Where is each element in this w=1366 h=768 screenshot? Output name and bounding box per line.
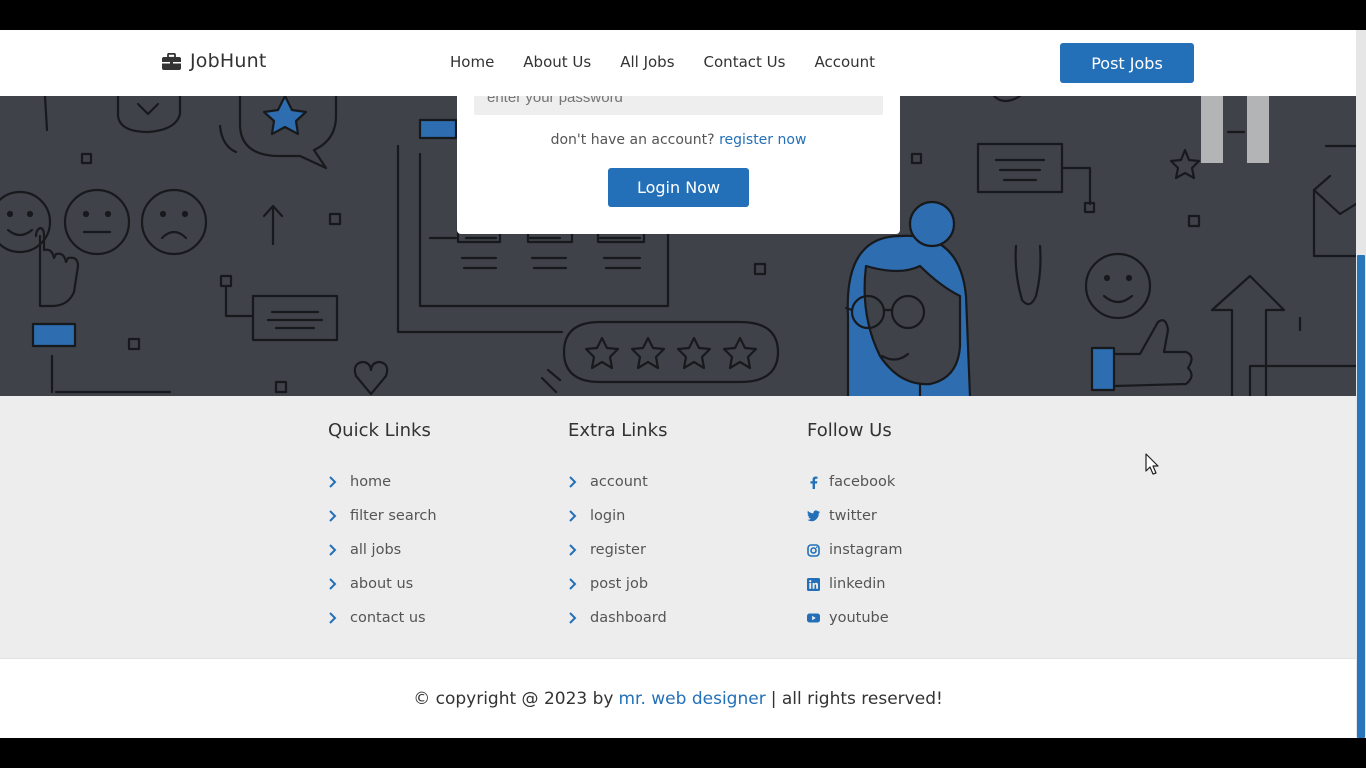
register-now-link[interactable]: register now	[719, 132, 806, 148]
quick-link-home[interactable]: home	[328, 465, 437, 499]
quick-links-column: Quick Links home filter search all jobs …	[328, 420, 437, 635]
post-jobs-button[interactable]: Post Jobs	[1060, 43, 1194, 83]
author-link[interactable]: mr. web designer	[618, 689, 765, 709]
link-label: home	[350, 474, 392, 490]
extra-link-register[interactable]: register	[568, 533, 667, 567]
quick-link-about-us[interactable]: about us	[328, 567, 437, 601]
copyright-bar: © copyright @ 2023 by mr. web designer |…	[0, 658, 1356, 738]
copyright-suffix: | all rights reserved!	[770, 688, 943, 709]
link-label: account	[590, 474, 648, 490]
nav-all-jobs[interactable]: All Jobs	[620, 53, 674, 71]
nav-contact-us[interactable]: Contact Us	[704, 53, 786, 71]
social-link-twitter[interactable]: twitter	[807, 499, 903, 533]
overlay-mark-right	[1247, 96, 1269, 163]
register-prompt: don't have an account? register now	[457, 132, 900, 148]
linkedin-icon	[807, 577, 820, 591]
login-now-button[interactable]: Login Now	[608, 168, 749, 207]
footer-links: Quick Links home filter search all jobs …	[0, 396, 1356, 658]
nav-account[interactable]: Account	[814, 53, 875, 71]
link-label: youtube	[829, 610, 889, 626]
page-scrollbar[interactable]	[1356, 30, 1366, 738]
nav-home[interactable]: Home	[450, 53, 494, 71]
follow-us-title: Follow Us	[807, 420, 892, 441]
register-prompt-text: don't have an account?	[550, 132, 715, 148]
instagram-icon	[807, 543, 820, 557]
page: JobHunt Home About Us All Jobs Contact U…	[0, 30, 1356, 738]
link-label: register	[590, 542, 646, 558]
chevron-right-icon	[329, 578, 337, 590]
link-label: login	[590, 508, 626, 524]
youtube-icon	[807, 612, 820, 625]
chevron-right-icon	[329, 510, 337, 522]
link-label: instagram	[829, 542, 903, 558]
link-label: facebook	[829, 474, 896, 490]
quick-link-contact-us[interactable]: contact us	[328, 601, 437, 635]
overlay-mark-left	[1201, 96, 1223, 163]
chevron-right-icon	[569, 510, 577, 522]
extra-link-dashboard[interactable]: dashboard	[568, 601, 667, 635]
chevron-right-icon	[569, 544, 577, 556]
quick-links-title: Quick Links	[328, 420, 431, 441]
link-label: about us	[350, 576, 414, 592]
follow-us-column: Follow Us facebook twitter instagram lin…	[807, 420, 903, 635]
link-label: dashboard	[590, 610, 667, 626]
login-card: don't have an account? register now Logi…	[457, 80, 900, 234]
extra-link-account[interactable]: account	[568, 465, 667, 499]
chevron-right-icon	[569, 612, 577, 624]
social-link-facebook[interactable]: facebook	[807, 465, 903, 499]
social-link-linkedin[interactable]: linkedin	[807, 567, 903, 601]
quick-link-all-jobs[interactable]: all jobs	[328, 533, 437, 567]
link-label: filter search	[350, 508, 437, 524]
chevron-right-icon	[329, 544, 337, 556]
main-nav: Home About Us All Jobs Contact Us Accoun…	[450, 53, 904, 71]
logo-text: JobHunt	[190, 50, 267, 72]
social-link-instagram[interactable]: instagram	[807, 533, 903, 567]
extra-links-column: Extra Links account login register post …	[568, 420, 667, 635]
extra-link-login[interactable]: login	[568, 499, 667, 533]
quick-link-filter-search[interactable]: filter search	[328, 499, 437, 533]
link-label: contact us	[350, 610, 426, 626]
chevron-right-icon	[329, 476, 337, 488]
chevron-right-icon	[569, 476, 577, 488]
logo[interactable]: JobHunt	[162, 50, 267, 72]
link-label: post job	[590, 576, 649, 592]
nav-about-us[interactable]: About Us	[523, 53, 591, 71]
scrollbar-thumb[interactable]	[1357, 255, 1365, 738]
chevron-right-icon	[329, 612, 337, 624]
link-label: twitter	[829, 508, 877, 524]
copyright-prefix: © copyright @ 2023 by	[413, 688, 614, 709]
link-label: linkedin	[829, 576, 886, 592]
twitter-icon	[807, 510, 820, 523]
extra-links-title: Extra Links	[568, 420, 668, 441]
social-link-youtube[interactable]: youtube	[807, 601, 903, 635]
mouse-cursor-icon	[1145, 453, 1159, 475]
site-header: JobHunt Home About Us All Jobs Contact U…	[0, 30, 1356, 96]
briefcase-icon	[162, 52, 181, 70]
facebook-icon	[807, 476, 820, 489]
extra-link-post-job[interactable]: post job	[568, 567, 667, 601]
screen-frame: JobHunt Home About Us All Jobs Contact U…	[0, 0, 1366, 768]
chevron-right-icon	[569, 578, 577, 590]
link-label: all jobs	[350, 542, 402, 558]
